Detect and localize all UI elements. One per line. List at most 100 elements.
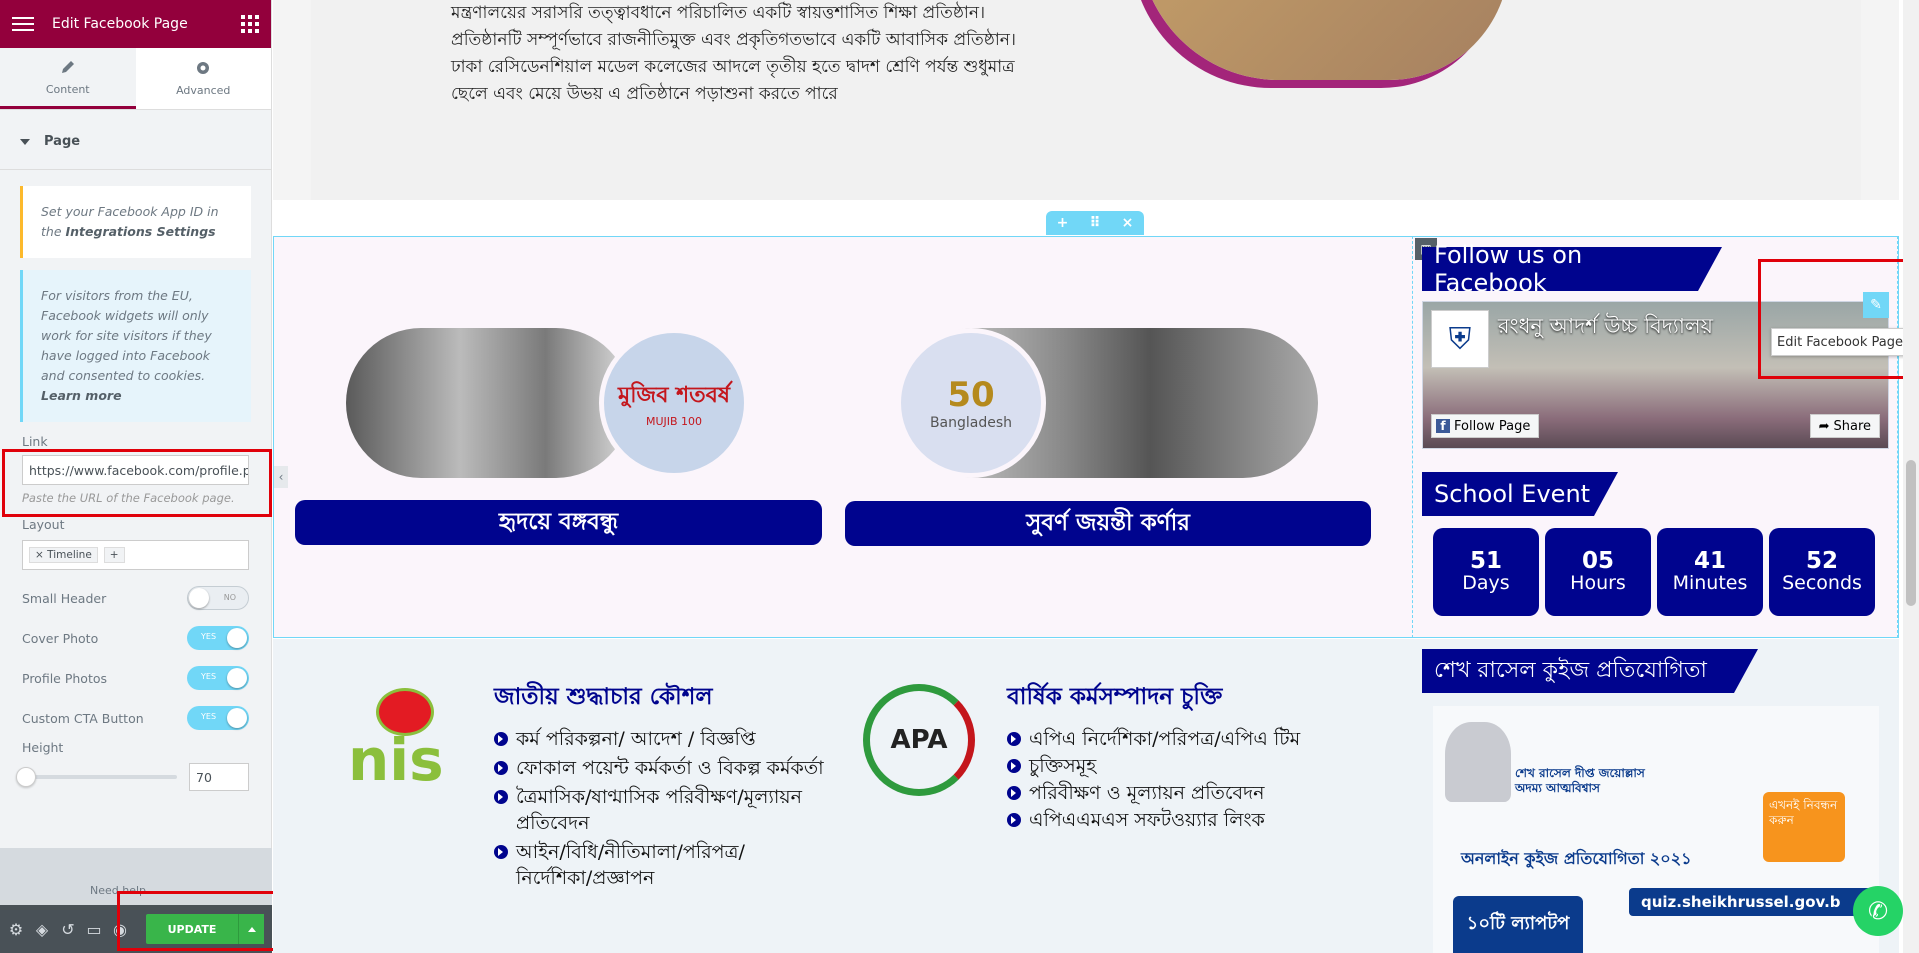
banner1-label[interactable]: হৃদয়ে বঙ্গবন্ধু [295, 500, 822, 545]
delete-section-icon[interactable]: × [1122, 215, 1134, 231]
pencil-icon [61, 60, 74, 73]
register-now-badge[interactable]: এখনই নিবন্ধন করুন [1763, 792, 1845, 862]
countdown-unit: Days [1462, 572, 1510, 594]
facebook-icon: f [1436, 419, 1450, 433]
countdown-seconds: 52 Seconds [1769, 528, 1875, 616]
slider-handle[interactable] [16, 767, 36, 787]
toggle-label: Custom CTA Button [22, 710, 144, 726]
quiz-poster[interactable]: শেখ রাসেল দীপ্ত জয়োল্লাস অদম্য আত্মবিশ্… [1433, 706, 1879, 953]
scrollbar-track[interactable] [1903, 0, 1919, 953]
arrow-bullet-icon [1007, 786, 1021, 800]
layout-select[interactable]: × Timeline + [22, 540, 249, 570]
arrow-bullet-icon [494, 732, 508, 746]
share-button[interactable]: ➦ Share [1809, 414, 1880, 438]
follow-page-button[interactable]: f Follow Page [1431, 414, 1540, 438]
countdown-unit: Hours [1570, 572, 1626, 594]
toggle-label: Small Header [22, 590, 107, 606]
apa-item[interactable]: এপিএএমএস সফটওয়্যার লিংক [1007, 807, 1367, 833]
scrollbar-thumb[interactable] [1906, 460, 1916, 606]
custom-cta-switch[interactable]: YES [187, 706, 249, 730]
caret-down-icon [20, 138, 30, 145]
countdown-number: 05 [1581, 548, 1614, 574]
need-help-link[interactable]: Need help [90, 884, 146, 897]
layout-tag[interactable]: × Timeline [29, 547, 98, 563]
edit-widget-pencil-icon[interactable]: ✎ [1863, 292, 1889, 318]
nis-item[interactable]: ত্রৈমাসিক/ষাণ্মাসিক পরিবীক্ষণ/মূল্যায়ন … [494, 784, 824, 836]
update-button[interactable]: UPDATE [146, 914, 238, 944]
arrow-bullet-icon [1007, 759, 1021, 773]
apa-item-label: চুক্তিসমূহ [1029, 755, 1097, 777]
settings-icon[interactable]: ⚙ [8, 920, 24, 939]
add-layout-icon[interactable]: + [103, 547, 125, 563]
fb-page-name[interactable]: রংধনু আদর্শ উচ্চ বিদ্যালয় [1498, 310, 1713, 345]
nis-item[interactable]: কর্ম পরিকল্পনা/ আদেশ / বিজ্ঞপ্তি [494, 726, 824, 752]
profile-photos-switch[interactable]: YES [187, 666, 249, 690]
countdown-days: 51 Days [1433, 528, 1539, 616]
intro-text: মন্ত্রণালয়ের সরাসরি তত্ত্বাবধানে পরিচাল… [451, 0, 1371, 108]
tab-content[interactable]: Content [0, 48, 136, 109]
hamburger-menu-icon[interactable] [12, 17, 34, 31]
russel-portrait [1445, 722, 1511, 802]
quiz-url[interactable]: quiz.sheikhrussel.gov.b [1629, 888, 1879, 916]
integrations-settings-link[interactable]: Integrations Settings [66, 224, 216, 239]
toggle-row-cover-photo: Cover Photo YES [0, 618, 271, 658]
navigator-layers-icon[interactable]: ◈ [34, 920, 50, 939]
nis-title[interactable]: জাতীয় শুদ্ধাচার কৌশল [494, 678, 712, 717]
apa-item[interactable]: এপিএ নির্দেশিকা/পরিপত্র/এপিএ টিম [1007, 726, 1367, 752]
arrow-bullet-icon [1007, 813, 1021, 827]
drag-section-icon[interactable]: ⠿ [1090, 215, 1101, 231]
nis-item-label: ফোকাল পয়েন্ট কর্মকর্তা ও বিকল্প কর্মকর্… [516, 757, 824, 779]
apa-title[interactable]: বার্ষিক কর্মসম্পাদন চুক্তি [1007, 678, 1222, 717]
quiz-title: শেখ রাসেল কুইজ প্রতিযোগিতা [1422, 649, 1758, 693]
banner1-photo [346, 328, 631, 478]
learn-more-link[interactable]: Learn more [41, 388, 122, 403]
link-input[interactable]: https://www.facebook.com/profile.ph [22, 455, 249, 485]
switch-state: YES [201, 712, 217, 721]
poster-prize: ১০টি ল্যাপটপ [1453, 896, 1583, 953]
height-slider[interactable] [16, 767, 177, 787]
nis-item[interactable]: ফোকাল পয়েন্ট কর্মকর্তা ও বিকল্প কর্মকর্… [494, 755, 824, 781]
responsive-mode-icon[interactable]: ▭ [86, 920, 102, 939]
section-page-toggle[interactable]: Page [0, 114, 271, 170]
history-icon[interactable]: ↺ [60, 920, 76, 939]
height-label: Height [22, 740, 64, 755]
countdown-hours: 05 Hours [1545, 528, 1651, 616]
poster-slogan: শেখ রাসেল দীপ্ত জয়োল্লাস অদম্য আত্মবিশ্… [1515, 766, 1645, 795]
countdown-number: 52 [1805, 548, 1838, 574]
banner2-label[interactable]: সুবর্ণ জয়ন্তী কর্ণার [845, 501, 1371, 546]
share-label: Share [1833, 418, 1871, 434]
intro-line: ঢাকা রেসিডেনশিয়াল মডেল কলেজের আদলে তৃতী… [451, 57, 1015, 77]
page-avatar: ⛨ [1431, 310, 1489, 368]
whatsapp-icon[interactable]: ✆ [1853, 886, 1903, 936]
eu-notice: For visitors from the EU, Facebook widge… [20, 270, 251, 422]
widgets-grid-icon[interactable] [241, 15, 259, 33]
update-options-chevron-icon[interactable] [238, 914, 264, 944]
apa-list: এপিএ নির্দেশিকা/পরিপত্র/এপিএ টিম চুক্তিস… [1007, 726, 1367, 833]
panel-bottom-area: Need help [0, 848, 272, 906]
collapse-panel-chevron-icon[interactable]: ‹ [274, 466, 288, 488]
toggle-row-small-header: Small Header NO [0, 578, 271, 618]
preview-eye-icon[interactable]: ◉ [112, 920, 128, 939]
apa-item[interactable]: পরিবীক্ষণ ও মূল্যায়ন প্রতিবেদন [1007, 780, 1367, 806]
toggle-label: Profile Photos [22, 670, 108, 686]
eu-notice-text: For visitors from the EU, Facebook widge… [41, 288, 212, 383]
tab-advanced[interactable]: Advanced [136, 48, 272, 109]
school-event-title: School Event [1422, 472, 1618, 516]
panel-title: Edit Facebook Page [52, 16, 188, 32]
tab-content-label: Content [45, 82, 90, 96]
editor-panel: Edit Facebook Page Content Advanced Page… [0, 0, 272, 953]
link-hint: Paste the URL of the Facebook page. [22, 491, 235, 505]
nis-item[interactable]: আইন/বিধি/নীতিমালা/পরিপত্র/ নির্দেশিকা/প্… [494, 839, 824, 891]
facebook-page-plugin[interactable]: ⛨ রংধনু আদর্শ উচ্চ বিদ্যালয় f Follow Pa… [1422, 301, 1889, 449]
switch-state: YES [201, 632, 217, 641]
nis-item-label: আইন/বিধি/নীতিমালা/পরিপত্র/ নির্দেশিকা/প্… [516, 841, 745, 889]
toggle-row-profile-photos: Profile Photos YES [0, 658, 271, 698]
add-section-icon[interactable]: + [1057, 215, 1069, 231]
layout-tag-label: Timeline [47, 549, 92, 561]
apa-item[interactable]: চুক্তিসমূহ [1007, 753, 1367, 779]
cover-photo-switch[interactable]: YES [187, 626, 249, 650]
small-header-switch[interactable]: NO [187, 586, 249, 610]
tab-advanced-label: Advanced [176, 84, 231, 97]
height-input[interactable]: 70 [189, 763, 249, 791]
bd50-number: 50 [947, 375, 995, 415]
